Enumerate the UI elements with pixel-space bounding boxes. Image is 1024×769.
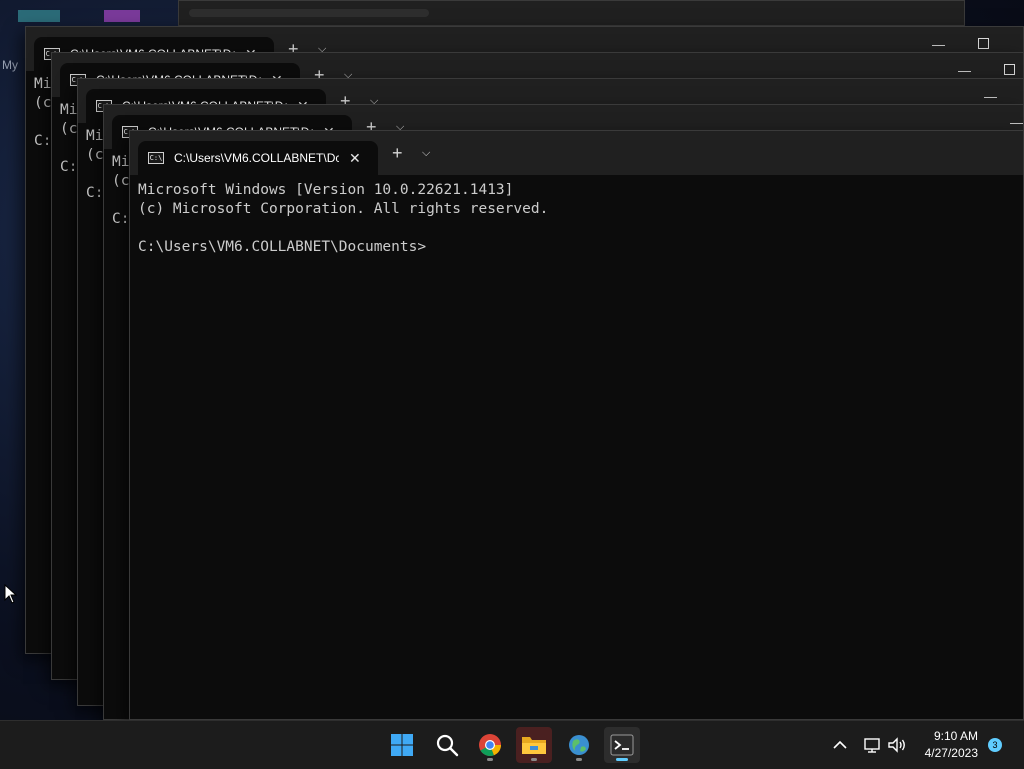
prompt-line: C: <box>86 185 104 201</box>
file-explorer-button[interactable] <box>516 727 552 763</box>
terminal-output[interactable]: Mi (c C: <box>86 127 103 203</box>
desktop-shortcut-teal[interactable] <box>18 10 60 22</box>
prompt-line[interactable]: C:\Users\VM6.COLLABNET\Documents> <box>138 238 548 257</box>
output-line: (c <box>60 121 78 137</box>
minimize-button[interactable]: — <box>1010 115 1023 130</box>
output-line: (c <box>112 173 130 189</box>
file-explorer-icon <box>522 737 546 754</box>
new-tab-button[interactable]: + <box>392 143 403 164</box>
volume-button[interactable] <box>884 727 910 763</box>
minimize-button[interactable]: — <box>932 37 945 52</box>
prompt-line: C: <box>60 159 78 175</box>
active-indicator <box>616 758 628 761</box>
chrome-button[interactable] <box>472 727 508 763</box>
network-app-button[interactable] <box>561 727 597 763</box>
cmd-icon: C:\ <box>148 152 164 164</box>
terminal-output[interactable]: Mi (c C: <box>112 153 129 229</box>
output-line: Mi <box>60 102 78 118</box>
tab-title: C:\Users\VM6.COLLABNET\Dc <box>174 151 339 165</box>
network-globe-icon <box>569 735 589 755</box>
terminal-output[interactable]: Mi (c C: <box>60 101 77 177</box>
prompt-line: C: <box>112 211 130 227</box>
tab-strip: C:\ C:\Users\VM6.COLLABNET\Dc ✕ + ⌵ <box>130 131 1023 175</box>
minimize-button[interactable]: — <box>984 89 997 104</box>
chevron-up-icon <box>833 740 847 749</box>
terminal-output[interactable]: Mi (c C: <box>34 75 51 151</box>
desktop-label: My <box>2 58 18 72</box>
prompt-line: C: <box>34 133 52 149</box>
background-window-titlebar <box>189 9 429 17</box>
tab-dropdown-button[interactable]: ⌵ <box>422 147 430 160</box>
output-line: (c <box>34 95 52 111</box>
terminal-button[interactable] <box>604 727 640 763</box>
terminal-tab-active[interactable]: C:\ C:\Users\VM6.COLLABNET\Dc ✕ <box>138 141 378 175</box>
output-line: Mi <box>112 154 130 170</box>
output-line: Mi <box>34 76 52 92</box>
terminal-output[interactable]: Microsoft Windows [Version 10.0.22621.14… <box>138 181 548 257</box>
maximize-button[interactable] <box>978 37 989 52</box>
terminal-window-active[interactable]: C:\ C:\Users\VM6.COLLABNET\Dc ✕ + ⌵ Micr… <box>129 130 1024 720</box>
output-line-blank <box>138 219 548 238</box>
maximize-icon <box>1004 64 1015 75</box>
speaker-icon <box>888 737 905 753</box>
search-button[interactable] <box>429 727 465 763</box>
start-icon <box>391 734 413 756</box>
clock-time[interactable]: 9:10 AM <box>934 729 978 743</box>
maximize-button[interactable] <box>1004 63 1015 78</box>
start-button[interactable] <box>384 727 420 763</box>
minimize-button[interactable]: — <box>958 63 971 78</box>
running-indicator <box>487 758 493 761</box>
chrome-icon <box>479 734 501 756</box>
clock-date[interactable]: 4/27/2023 <box>925 746 978 760</box>
output-line: Microsoft Windows [Version 10.0.22621.14… <box>138 182 514 198</box>
notification-badge[interactable]: 3 <box>988 738 1002 752</box>
network-icon <box>864 738 880 753</box>
search-icon <box>436 734 459 757</box>
running-indicator <box>531 758 537 761</box>
output-line: (c <box>86 147 104 163</box>
network-status-button[interactable] <box>860 727 886 763</box>
tab-close-button[interactable]: ✕ <box>349 150 361 167</box>
taskbar: 9:10 AM 4/27/2023 3 <box>0 720 1024 769</box>
background-window[interactable] <box>178 0 965 26</box>
running-indicator <box>576 758 582 761</box>
output-line: Mi <box>86 128 104 144</box>
mouse-cursor-icon <box>4 584 18 604</box>
show-hidden-icons-button[interactable] <box>826 727 854 763</box>
output-line: (c) Microsoft Corporation. All rights re… <box>138 201 549 217</box>
desktop-shortcut-purple[interactable] <box>104 10 140 22</box>
maximize-icon <box>978 38 989 49</box>
terminal-icon <box>610 734 634 756</box>
